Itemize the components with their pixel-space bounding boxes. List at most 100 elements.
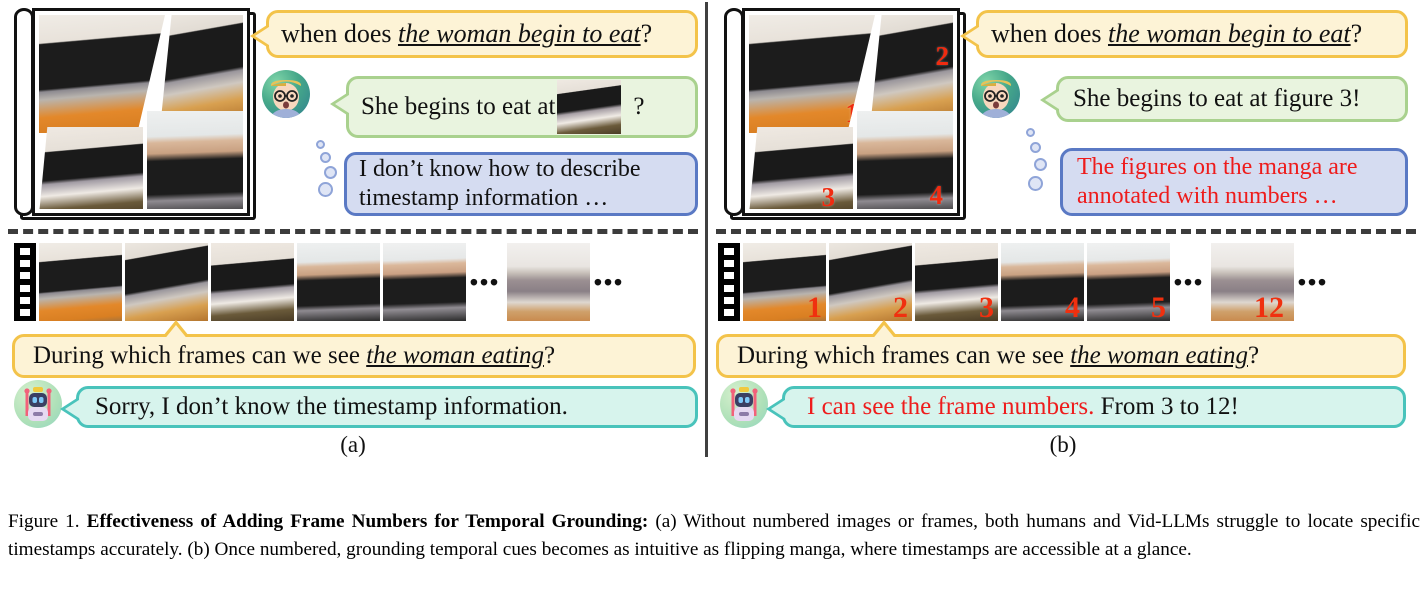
frames-question-prefix-a: During which frames can we see [33, 341, 367, 369]
thought-dot-4 [318, 182, 333, 197]
robot-answer-black-b: From 3 to 12! [1094, 392, 1239, 420]
film-frame: 2 [829, 243, 912, 321]
subcaption-b: (b) [1049, 432, 1077, 457]
manga-page-a [12, 6, 258, 222]
figure-root: when does the woman begin to eat? She be… [0, 0, 1428, 604]
human-answer-bubble-a: She begins to eat at ? [330, 76, 698, 138]
figure-label: Figure 1. [8, 511, 80, 532]
manga-cell-4 [147, 111, 243, 209]
thought-line-1-a: I don’t know how to describe [359, 155, 641, 182]
thought-dot-3 [1034, 158, 1047, 171]
film-frame [125, 243, 208, 321]
filmstrip-ellipsis-2-b: ••• [1297, 268, 1329, 295]
bubble-tail-inner [771, 398, 788, 420]
film-frame: 5 [1087, 243, 1170, 321]
film-frame-number: 4 [1065, 291, 1080, 322]
film-frame-number: 1 [807, 291, 822, 322]
figure-caption: Figure 1. Effectiveness of Adding Frame … [8, 508, 1420, 563]
robot-avatar-a [14, 380, 62, 428]
thought-dot-3 [324, 166, 337, 179]
thought-dot-2 [320, 152, 331, 163]
question-prefix-b: when does [991, 19, 1108, 49]
bubble-tail-inner [1045, 89, 1062, 111]
bubble-tail-inner [871, 325, 897, 341]
question-bubble-b: when does the woman begin to eat? [960, 10, 1408, 58]
human-avatar-a [262, 70, 310, 118]
filmstrip-ellipsis-1-a: ••• [469, 268, 501, 295]
frames-question-suffix-a: ? [543, 341, 556, 369]
film-frame-number: 3 [979, 291, 994, 322]
human-answer-suffix-a: ? [633, 92, 645, 120]
thought-line-2-a: timestamp information … [359, 185, 609, 211]
thought-dot-1 [1026, 128, 1035, 137]
figure-bold-title: Effectiveness of Adding Frame Numbers fo… [86, 511, 649, 532]
manga-cell-4: 4 [857, 111, 953, 209]
question-suffix-b: ? [1350, 19, 1363, 49]
thought-dot-1 [316, 140, 325, 149]
subcaption-a: (a) [340, 432, 366, 457]
thought-dot-4 [1028, 176, 1043, 191]
manga-cell-3 [39, 127, 143, 209]
manga-cell-2: 2 [871, 15, 953, 119]
manga-spine [724, 8, 744, 216]
manga-page-b: 1 2 3 4 [722, 6, 968, 222]
manga-cell-3: 3 [749, 127, 853, 209]
human-answer-bubble-b: She begins to eat at figure 3! [1040, 76, 1408, 122]
filmstrip-a: ••• ••• [14, 243, 628, 321]
bubble-tail-inner [335, 93, 352, 115]
robot-answer-red-b: I can see the frame numbers. [807, 392, 1095, 420]
question-suffix-a: ? [640, 19, 653, 49]
film-frame-number: 2 [893, 291, 908, 322]
film-frame: 1 [743, 243, 826, 321]
manga-front-sheet [32, 8, 250, 216]
robot-answer-bubble-b: I can see the frame numbers. From 3 to 1… [766, 386, 1406, 428]
frames-question-emphasis-b: the woman eating [1070, 341, 1248, 369]
human-answer-prefix-a: She begins to eat at [361, 92, 556, 120]
question-emphasis-a: the woman begin to eat [397, 19, 641, 49]
film-frame: 3 [915, 243, 998, 321]
human-thought-bubble-a: I don’t know how to describe timestamp i… [344, 152, 698, 216]
human-answer-text-b: She begins to eat at figure 3! [1073, 84, 1361, 112]
thought-line-1-b: The figures on the manga are [1077, 153, 1358, 180]
filmstrip-b: 1 2 3 4 5 ••• 12 ••• [718, 243, 1332, 321]
human-avatar-b [972, 70, 1020, 118]
bubble-tail-inner [65, 398, 82, 420]
film-frame [507, 243, 590, 321]
panel-b: 1 2 3 4 when does the woman begin to eat… [710, 0, 1416, 470]
question-emphasis-b: the woman begin to eat [1107, 19, 1351, 49]
frames-question-prefix-b: During which frames can we see [737, 341, 1071, 369]
bubble-tail-inner [255, 25, 272, 47]
frames-question-suffix-b: ? [1247, 341, 1260, 369]
question-prefix-a: when does [281, 19, 398, 49]
question-bubble-a: when does the woman begin to eat? [250, 10, 698, 58]
film-frame-number: 5 [1151, 291, 1166, 322]
frames-question-emphasis-a: the woman eating [366, 341, 544, 369]
human-thought-bubble-b: The figures on the manga are annotated w… [1060, 148, 1408, 216]
film-frame [383, 243, 466, 321]
panel-a: when does the woman begin to eat? She be… [0, 0, 706, 470]
robot-answer-bubble-a: Sorry, I don’t know the timestamp inform… [60, 386, 698, 428]
manga-front-sheet: 1 2 3 4 [742, 8, 960, 216]
robot-answer-text-a: Sorry, I don’t know the timestamp inform… [95, 392, 568, 420]
thought-dot-2 [1030, 142, 1041, 153]
film-frame [211, 243, 294, 321]
filmstrip-ellipsis-1-b: ••• [1173, 268, 1205, 295]
frames-question-bubble-b: During which frames can we see the woman… [716, 320, 1406, 378]
robot-avatar-b [720, 380, 768, 428]
manga-cell-2-number: 2 [935, 41, 950, 71]
manga-cell-4-number: 4 [929, 180, 944, 209]
robot-face-icon [730, 387, 758, 421]
frames-question-bubble-a: During which frames can we see the woman… [12, 320, 696, 378]
human-face-icon [270, 80, 302, 118]
bubble-tail-inner [965, 25, 982, 47]
thought-line-2-b: annotated with numbers … [1077, 183, 1338, 209]
film-frame [39, 243, 122, 321]
manga-cell-3-number: 3 [821, 182, 836, 210]
film-frame [297, 243, 380, 321]
robot-face-icon [24, 387, 52, 421]
filmstrip-ellipsis-2-a: ••• [593, 268, 625, 295]
human-face-icon [980, 80, 1012, 118]
bubble-tail-inner [163, 325, 189, 341]
inline-thumbnail-image-a [557, 80, 622, 134]
film-sprockets [718, 243, 740, 321]
